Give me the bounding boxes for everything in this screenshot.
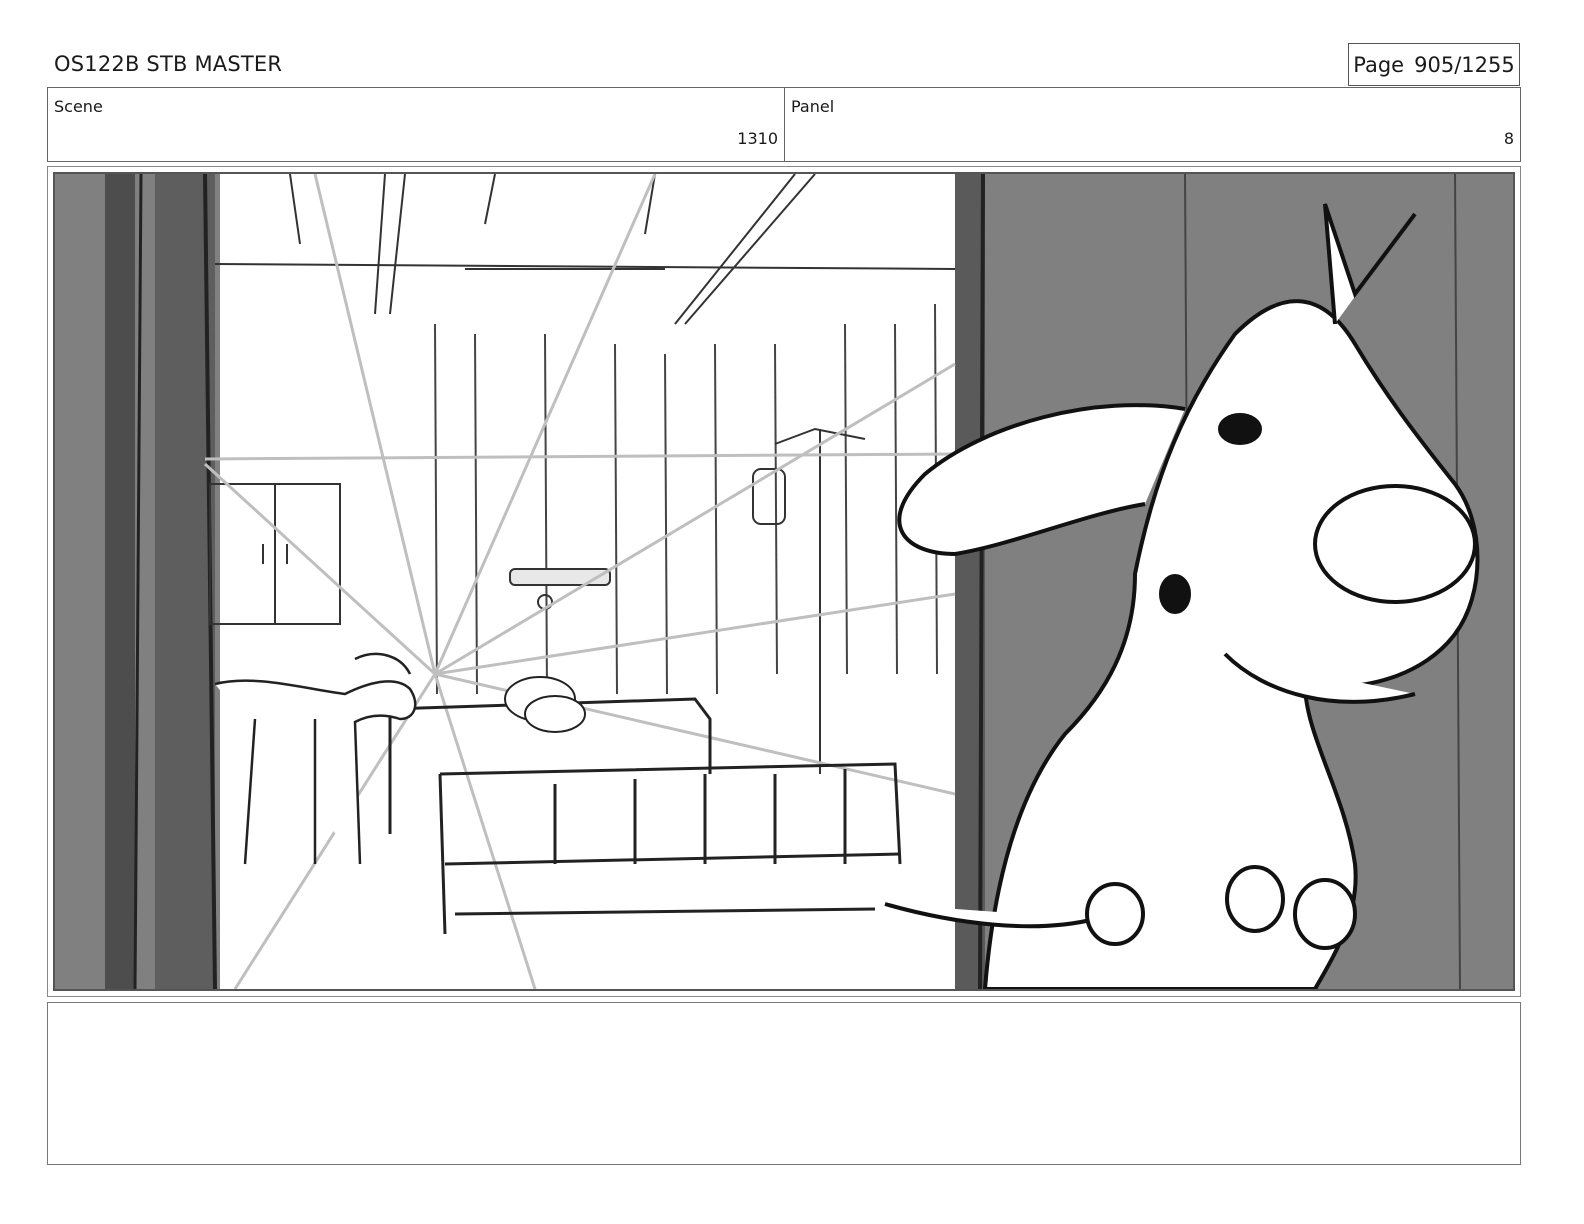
scene-label: Scene <box>54 97 103 116</box>
page-number: 905/1255 <box>1414 52 1515 77</box>
panel-label: Panel <box>791 97 835 116</box>
scene-number: 1310 <box>737 129 778 148</box>
storyboard-frame <box>47 166 1521 997</box>
notes-area <box>47 1002 1521 1165</box>
storyboard-drawing <box>53 172 1515 991</box>
document-title: OS122B STB MASTER <box>54 52 283 76</box>
scene-cell: Scene 1310 <box>48 88 785 161</box>
left-door-frame <box>55 174 220 989</box>
panel-number: 8 <box>1503 129 1514 148</box>
scene-panel-info: Scene 1310 Panel 8 <box>47 87 1521 162</box>
panel-cell: Panel 8 <box>785 88 1520 161</box>
page-label: Page <box>1353 52 1405 77</box>
page-indicator: Page 905/1255 <box>1348 43 1520 86</box>
